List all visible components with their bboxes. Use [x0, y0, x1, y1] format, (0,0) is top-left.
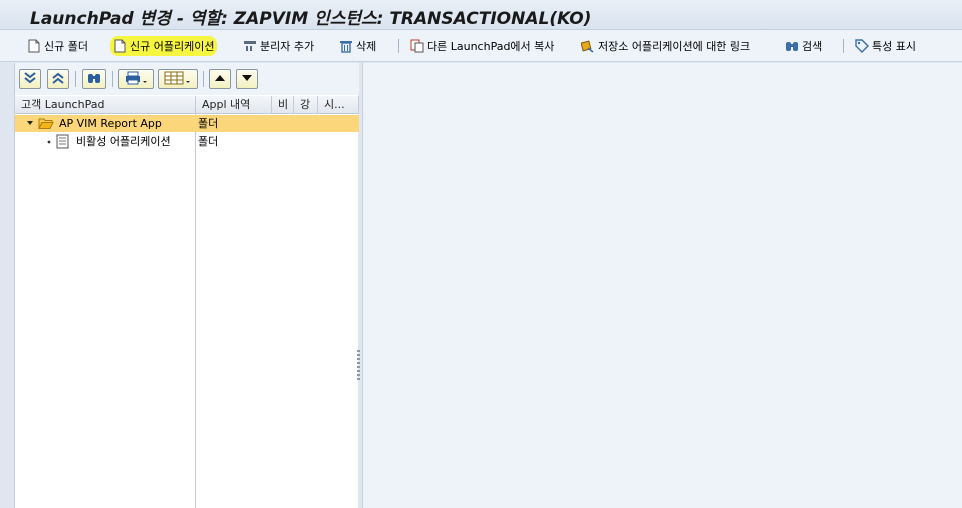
window-title: LaunchPad 변경 - 역할: ZAPVIM 인스턴스: TRANSACT…: [30, 9, 592, 29]
new-folder-button[interactable]: 신규 폴더: [24, 36, 91, 56]
column-header-col3[interactable]: 비: [272, 96, 294, 114]
move-down-button[interactable]: [236, 69, 258, 89]
detail-panel: [362, 63, 962, 508]
collapse-all-icon: [51, 72, 65, 87]
search-button[interactable]: 검색: [782, 36, 825, 56]
arrow-up-icon: [214, 73, 226, 86]
tree-toolbar-separator: [112, 71, 113, 87]
tree-node-appl-desc: 폴더: [198, 135, 219, 148]
show-properties-label: 특성 표시: [872, 40, 916, 53]
tree-node-label: AP VIM Report App: [59, 117, 162, 130]
grid-layout-icon: [164, 71, 192, 88]
expand-all-icon: [23, 71, 37, 87]
expand-all-button[interactable]: [19, 69, 41, 89]
collapse-all-button[interactable]: [47, 69, 69, 89]
column-header-launchpad[interactable]: 고객 LaunchPad: [15, 96, 196, 114]
link-icon: [581, 39, 595, 53]
separator-icon: [243, 39, 257, 53]
show-properties-button[interactable]: 특성 표시: [852, 36, 919, 56]
copy-from-other-label: 다른 LaunchPad에서 복사: [427, 40, 555, 53]
column-header-appl-desc[interactable]: Appl 내역: [196, 96, 272, 114]
find-button[interactable]: [82, 69, 106, 89]
printer-icon: [125, 71, 147, 88]
tree-toolbar-separator: [203, 71, 204, 87]
copy-from-other-launchpad-button[interactable]: 다른 LaunchPad에서 복사: [407, 36, 557, 56]
tree-node-label: 비활성 어플리케이션: [76, 135, 171, 148]
new-document-icon: [113, 39, 127, 53]
toolbar-separator: [843, 39, 844, 53]
tag-icon: [855, 39, 869, 53]
leaf-bullet-icon: [46, 133, 54, 150]
tree-row[interactable]: 비활성 어플리케이션 폴더: [15, 133, 359, 150]
tree-column-header: 고객 LaunchPad Appl 내역 비 강 시...: [15, 96, 359, 114]
delete-label: 삭제: [356, 40, 377, 53]
tree-toolbar: [15, 63, 359, 95]
repository-link-label: 저장소 어플리케이션에 대한 링크: [598, 40, 751, 53]
app-toolbar: 신규 폴더 신규 어플리케이션 분리자 추가 삭제 다른 LaunchPad에서…: [0, 30, 962, 62]
binoculars-icon: [785, 39, 799, 53]
tree-node-appl-desc: 폴더: [198, 117, 219, 130]
print-menu-button[interactable]: [118, 69, 154, 89]
launchpad-tree-panel: 고객 LaunchPad Appl 내역 비 강 시... AP VIM Rep…: [14, 63, 359, 508]
tree-toolbar-separator: [75, 71, 76, 87]
column-header-col4[interactable]: 강: [294, 96, 318, 114]
copy-icon: [410, 39, 424, 53]
new-document-icon: [27, 39, 41, 53]
add-separator-button[interactable]: 분리자 추가: [240, 36, 317, 56]
tree-row[interactable]: AP VIM Report App 폴더: [15, 115, 359, 132]
new-application-button[interactable]: 신규 어플리케이션: [110, 36, 218, 56]
binoculars-icon: [87, 71, 101, 88]
new-folder-label: 신규 폴더: [44, 40, 88, 53]
trash-icon: [339, 39, 353, 53]
toolbar-separator: [398, 39, 399, 53]
panel-splitter-handle[interactable]: [357, 350, 360, 380]
new-application-label: 신규 어플리케이션: [130, 40, 215, 53]
column-header-col5[interactable]: 시...: [318, 96, 359, 114]
repository-link-button[interactable]: 저장소 어플리케이션에 대한 링크: [578, 36, 753, 56]
search-label: 검색: [802, 40, 823, 53]
delete-button[interactable]: 삭제: [336, 36, 379, 56]
add-separator-label: 분리자 추가: [260, 40, 315, 53]
title-bar: LaunchPad 변경 - 역할: ZAPVIM 인스턴스: TRANSACT…: [0, 0, 962, 30]
expand-toggle-icon[interactable]: [26, 115, 36, 132]
layout-menu-button[interactable]: [158, 69, 198, 89]
move-up-button[interactable]: [209, 69, 231, 89]
arrow-down-icon: [241, 73, 253, 86]
column-divider: [195, 114, 196, 508]
folder-open-icon: [38, 115, 56, 132]
application-document-icon: [56, 133, 72, 150]
